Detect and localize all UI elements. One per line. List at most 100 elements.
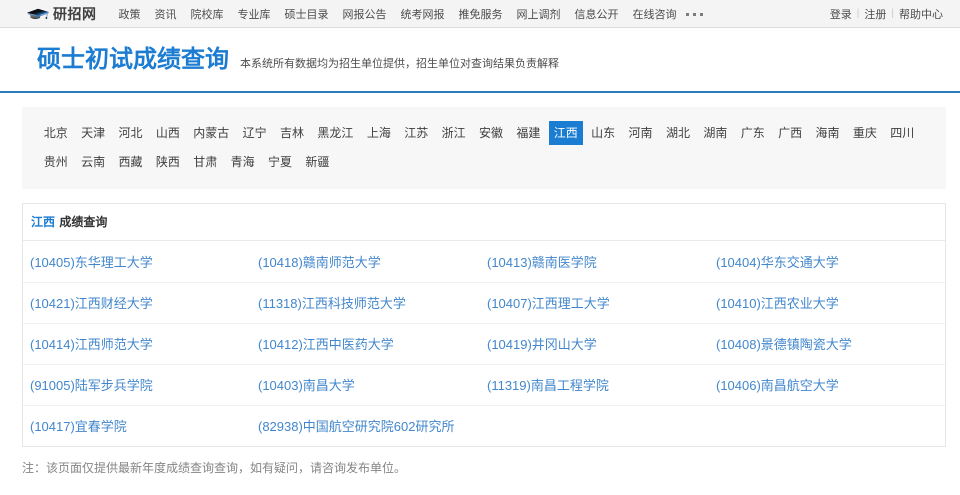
menu-item-3[interactable]: 院校库 <box>191 6 224 22</box>
province-tab-山西[interactable]: 山西 <box>151 121 185 145</box>
province-tab-江苏[interactable]: 江苏 <box>399 121 433 145</box>
score-query-panel: 江西 成绩查询 (10405)东华理工大学 (10418)赣南师范大学 (10413… <box>22 203 946 447</box>
province-tab-广东[interactable]: 广东 <box>736 121 770 145</box>
university-cell: (91005)陆军步兵学院 <box>23 375 251 395</box>
menu-item-2[interactable]: 资讯 <box>155 6 177 22</box>
province-tab-辽宁[interactable]: 辽宁 <box>238 121 272 145</box>
page-header: 硕士初试成绩查询 本系统所有数据均为招生单位提供，招生单位对查询结果负责解释 <box>0 28 960 93</box>
university-link[interactable]: (10414)江西师范大学 <box>30 337 153 352</box>
province-tab-四川[interactable]: 四川 <box>885 121 919 145</box>
top-navigation-bar: 研招网 政策 资讯 院校库 专业库 硕士目录 网报公告 统考网报 推免服务 网上调剂 信息公开 在线… <box>0 0 960 28</box>
province-tab-陕西[interactable]: 陕西 <box>151 150 185 174</box>
province-tab-云南[interactable]: 云南 <box>76 150 110 174</box>
university-row: (10417)宜春学院 (82938)中国航空研究院602研究所 <box>23 405 945 446</box>
graduation-cap-icon <box>27 8 49 19</box>
menu-more-icon[interactable] <box>685 13 703 16</box>
province-tab-青海[interactable]: 青海 <box>226 150 260 174</box>
main-menu: 政策 资讯 院校库 专业库 硕士目录 网报公告 统考网报 推免服务 网上调剂 信息公开 在线咨询 <box>119 6 703 22</box>
university-list: (10405)东华理工大学 (10418)赣南师范大学 (10413)赣南医学院 (1… <box>23 241 945 446</box>
university-cell: (10408)景德镇陶瓷大学 <box>709 334 945 354</box>
province-tab-吉林[interactable]: 吉林 <box>275 121 309 145</box>
university-row: (91005)陆军步兵学院 (10403)南昌大学 (11319)南昌工程学院 (10… <box>23 364 945 405</box>
university-cell: (10405)东华理工大学 <box>23 252 251 272</box>
university-cell: (10404)华东交通大学 <box>709 252 945 272</box>
link-separator: | <box>891 8 894 19</box>
university-cell: (10417)宜春学院 <box>23 416 251 436</box>
university-link[interactable]: (10418)赣南师范大学 <box>258 255 381 270</box>
login-link[interactable]: 登录 <box>830 6 852 22</box>
university-link[interactable]: (10408)景德镇陶瓷大学 <box>716 337 852 352</box>
university-link[interactable]: (10419)井冈山大学 <box>487 337 597 352</box>
university-link[interactable]: (10405)东华理工大学 <box>30 255 153 270</box>
university-link[interactable]: (10410)江西农业大学 <box>716 296 839 311</box>
menu-item-7[interactable]: 统考网报 <box>401 6 445 22</box>
user-links: 登录 | 注册 | 帮助中心 <box>830 6 943 22</box>
menu-item-5[interactable]: 硕士目录 <box>285 6 329 22</box>
province-tab-山东[interactable]: 山东 <box>586 121 620 145</box>
province-tab-新疆[interactable]: 新疆 <box>300 150 334 174</box>
university-cell: (10413)赣南医学院 <box>480 252 709 272</box>
menu-item-8[interactable]: 推免服务 <box>459 6 503 22</box>
province-tab-湖南[interactable]: 湖南 <box>698 121 732 145</box>
province-tab-福建[interactable]: 福建 <box>511 121 545 145</box>
university-link[interactable]: (10406)南昌航空大学 <box>716 378 839 393</box>
university-link[interactable]: (10421)江西财经大学 <box>30 296 153 311</box>
province-tab-浙江[interactable]: 浙江 <box>437 121 471 145</box>
province-tab-上海[interactable]: 上海 <box>362 121 396 145</box>
register-link[interactable]: 注册 <box>864 6 886 22</box>
province-tab-贵州[interactable]: 贵州 <box>39 150 73 174</box>
university-link[interactable]: (10404)华东交通大学 <box>716 255 839 270</box>
link-separator: | <box>856 8 860 19</box>
province-tab-西藏[interactable]: 西藏 <box>113 150 147 174</box>
university-link[interactable]: (82938)中国航空研究院602研究所 <box>258 419 455 434</box>
menu-item-10[interactable]: 信息公开 <box>575 6 619 22</box>
university-link[interactable]: (11318)江西科技师范大学 <box>258 296 406 311</box>
university-link[interactable]: (10412)江西中医药大学 <box>258 337 394 352</box>
university-row: (10405)东华理工大学 (10418)赣南师范大学 (10413)赣南医学院 (1… <box>23 241 945 282</box>
university-link[interactable]: (91005)陆军步兵学院 <box>30 378 153 393</box>
page-subtitle: 本系统所有数据均为招生单位提供，招生单位对查询结果负责解释 <box>240 58 559 70</box>
menu-item-9[interactable]: 网上调剂 <box>517 6 561 22</box>
university-cell: (10414)江西师范大学 <box>23 334 251 354</box>
university-cell: (82938)中国航空研究院602研究所 <box>251 416 480 436</box>
university-cell: (10418)赣南师范大学 <box>251 252 480 272</box>
university-cell: (11319)南昌工程学院 <box>480 375 709 395</box>
province-tab-内蒙古[interactable]: 内蒙古 <box>188 121 234 145</box>
province-tab-安徽[interactable]: 安徽 <box>474 121 508 145</box>
university-link[interactable]: (11319)南昌工程学院 <box>487 378 609 393</box>
province-tab-天津[interactable]: 天津 <box>76 121 110 145</box>
province-tab-黑龙江[interactable]: 黑龙江 <box>312 121 358 145</box>
university-cell: (10407)江西理工大学 <box>480 293 709 313</box>
province-tab-江西[interactable]: 江西 <box>548 120 583 145</box>
university-link[interactable]: (10417)宜春学院 <box>30 419 127 434</box>
province-tab-宁夏[interactable]: 宁夏 <box>263 150 297 174</box>
help-center-link[interactable]: 帮助中心 <box>899 6 943 22</box>
province-tab-河南[interactable]: 河南 <box>624 121 658 145</box>
province-row: 北京 天津 河北 山西 内蒙古 辽宁 吉林 黑龙江 上海 江苏 浙江 安徽 福建 江西 山东 河南 湖北 湖南 广东… <box>37 120 934 146</box>
province-tab-湖北[interactable]: 湖北 <box>661 121 695 145</box>
panel-province-name: 江西 <box>31 215 56 229</box>
province-selector: 北京 天津 河北 山西 内蒙古 辽宁 吉林 黑龙江 上海 江苏 浙江 安徽 福建 江西 山东 河南 湖北 湖南 广东… <box>22 107 946 189</box>
menu-item-4[interactable]: 专业库 <box>238 6 271 22</box>
page-title: 硕士初试成绩查询 <box>37 46 229 73</box>
university-link[interactable]: (10413)赣南医学院 <box>487 255 597 270</box>
menu-item-6[interactable]: 网报公告 <box>343 6 387 22</box>
university-cell: (10421)江西财经大学 <box>23 293 251 313</box>
university-cell: (10419)井冈山大学 <box>480 334 709 354</box>
menu-item-1[interactable]: 政策 <box>119 6 141 22</box>
university-link[interactable]: (10403)南昌大学 <box>258 378 355 393</box>
province-tab-甘肃[interactable]: 甘肃 <box>188 150 222 174</box>
province-tab-北京[interactable]: 北京 <box>39 121 73 145</box>
site-logo[interactable]: 研招网 <box>27 4 97 24</box>
footer-note: 注：该页面仅提供最新年度成绩查询查询，如有疑问，请咨询发布单位。 <box>22 461 407 475</box>
province-tab-广西[interactable]: 广西 <box>773 121 807 145</box>
province-tab-重庆[interactable]: 重庆 <box>848 121 882 145</box>
university-link[interactable]: (10407)江西理工大学 <box>487 296 610 311</box>
content-container: 北京 天津 河北 山西 内蒙古 辽宁 吉林 黑龙江 上海 江苏 浙江 安徽 福建 江西 山东 河南 湖北 湖南 广东… <box>22 107 946 476</box>
logo-text: 研招网 <box>53 5 97 22</box>
menu-item-11[interactable]: 在线咨询 <box>633 6 677 22</box>
province-row: 贵州 云南 西藏 陕西 甘肃 青海 宁夏 新疆 <box>37 149 934 175</box>
province-tab-海南[interactable]: 海南 <box>811 121 845 145</box>
province-tab-河北[interactable]: 河北 <box>113 121 147 145</box>
university-cell: (10403)南昌大学 <box>251 375 480 395</box>
